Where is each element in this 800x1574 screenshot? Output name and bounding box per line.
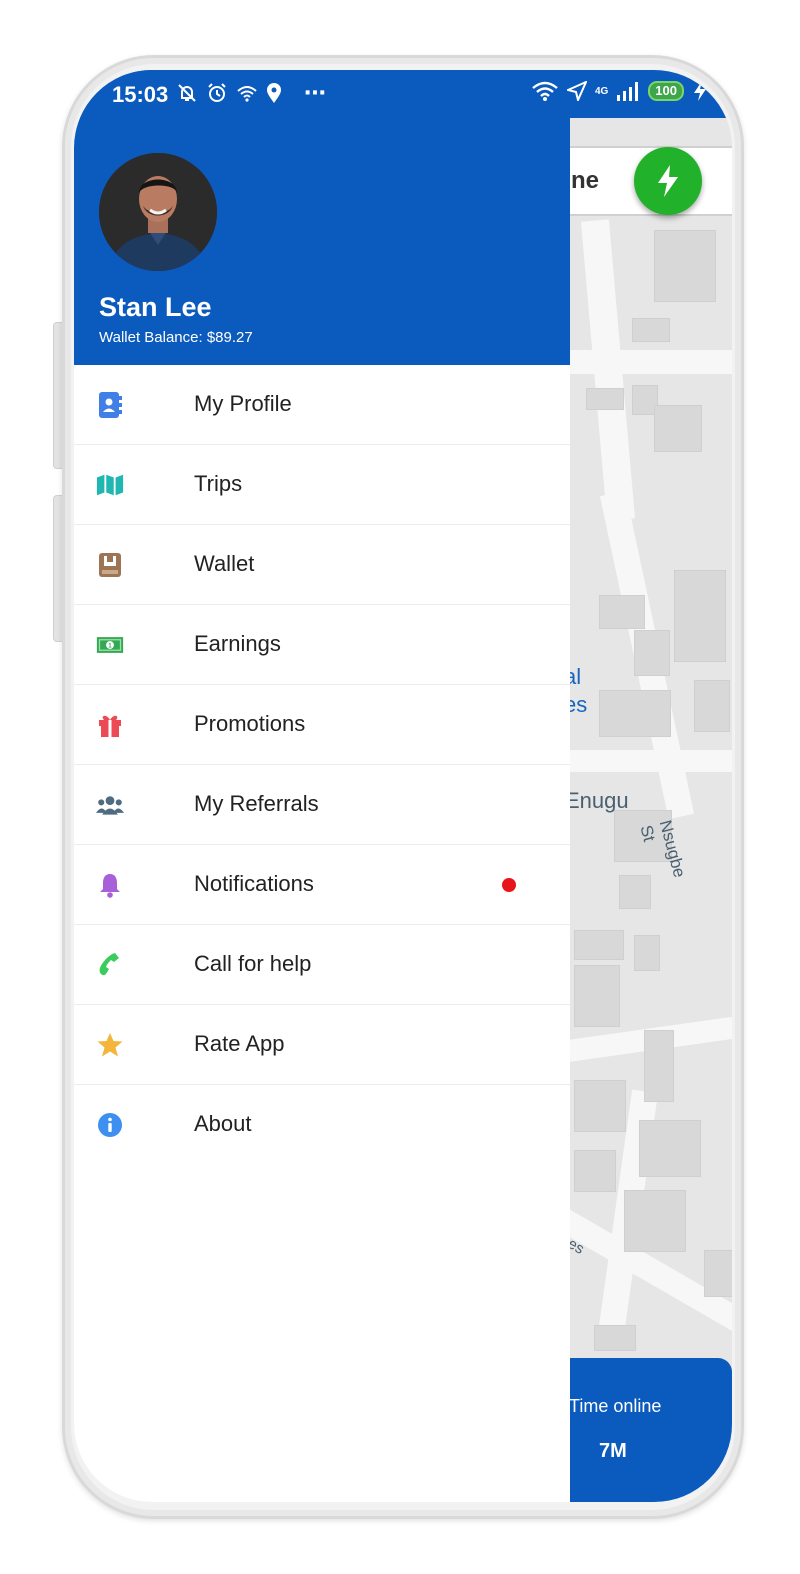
status-time: 15:03 [112, 82, 169, 107]
wallet-balance: Wallet Balance: $89.27 [99, 329, 253, 346]
bell-off-icon [178, 84, 196, 102]
phone-screen: ne al es Enugu Nsugbe St es Time online … [74, 70, 732, 1502]
menu-label-trips: Trips [194, 471, 243, 496]
status-bar: 15:03 ⋯ 4G 100 [74, 70, 732, 118]
user-name: Stan Lee [99, 292, 212, 322]
svg-text:1: 1 [108, 643, 112, 650]
menu-label-earnings: Earnings [194, 631, 281, 656]
wallet-icon [96, 551, 124, 579]
map-search-text: ne [571, 167, 600, 194]
menu-label-promotions: Promotions [194, 711, 306, 736]
menu-label-about: About [194, 1111, 252, 1136]
users-icon [96, 791, 124, 819]
money-icon: 1 [96, 631, 124, 659]
menu-label-call-for-help: Call for help [194, 951, 312, 976]
info-icon [96, 1111, 124, 1139]
drawer-menu: My Profile Trips Wallet 1 Earnings Promo… [74, 365, 570, 1164]
phone-icon [96, 951, 124, 979]
wifi-small-icon [237, 86, 257, 102]
network-type: 4G [594, 85, 609, 97]
menu-item-trips[interactable]: Trips [74, 445, 570, 525]
charging-icon [694, 81, 706, 101]
menu-item-rate-app[interactable]: Rate App [74, 1005, 570, 1085]
battery-indicator: 100 [648, 81, 684, 101]
alarm-icon [208, 83, 226, 102]
navigation-arrow-icon [566, 81, 587, 101]
avatar-photo-icon [99, 153, 217, 271]
menu-label-wallet: Wallet [194, 551, 255, 576]
menu-item-earnings[interactable]: 1 Earnings [74, 605, 570, 685]
navigation-drawer: Stan Lee Wallet Balance: $89.27 My Profi… [74, 70, 570, 1502]
menu-label-rate-app: Rate App [194, 1031, 285, 1056]
star-icon [96, 1031, 124, 1059]
go-online-button[interactable] [634, 147, 702, 215]
menu-item-call-for-help[interactable]: Call for help [74, 925, 570, 1005]
contact-book-icon [96, 391, 124, 419]
menu-label-notifications: Notifications [194, 871, 314, 896]
status-icons-left: ⋯ [176, 80, 326, 106]
menu-label-my-profile: My Profile [194, 391, 292, 416]
gift-icon [96, 711, 124, 739]
time-online-title: Time online [569, 1396, 662, 1416]
bell-icon [96, 871, 124, 899]
menu-item-about[interactable]: About [74, 1085, 570, 1164]
notification-dot [502, 878, 516, 892]
time-online-card: Time online 7M [544, 1358, 732, 1502]
wifi-icon [532, 81, 558, 101]
location-pin-icon [267, 83, 281, 103]
menu-label-my-referrals: My Referrals [194, 791, 319, 816]
signal-icon [617, 82, 639, 101]
menu-item-my-referrals[interactable]: My Referrals [74, 765, 570, 845]
bolt-icon [658, 165, 678, 197]
menu-item-my-profile[interactable]: My Profile [74, 365, 570, 445]
more-status-icon: ⋯ [304, 80, 326, 105]
menu-item-notifications[interactable]: Notifications [74, 845, 570, 925]
avatar[interactable] [99, 153, 217, 271]
map-icon [96, 471, 124, 499]
menu-item-promotions[interactable]: Promotions [74, 685, 570, 765]
time-online-value: 7M [599, 1440, 627, 1462]
map-label-city: Enugu [565, 788, 629, 813]
status-icons-right: 4G 100 [531, 80, 708, 102]
menu-item-wallet[interactable]: Wallet [74, 525, 570, 605]
